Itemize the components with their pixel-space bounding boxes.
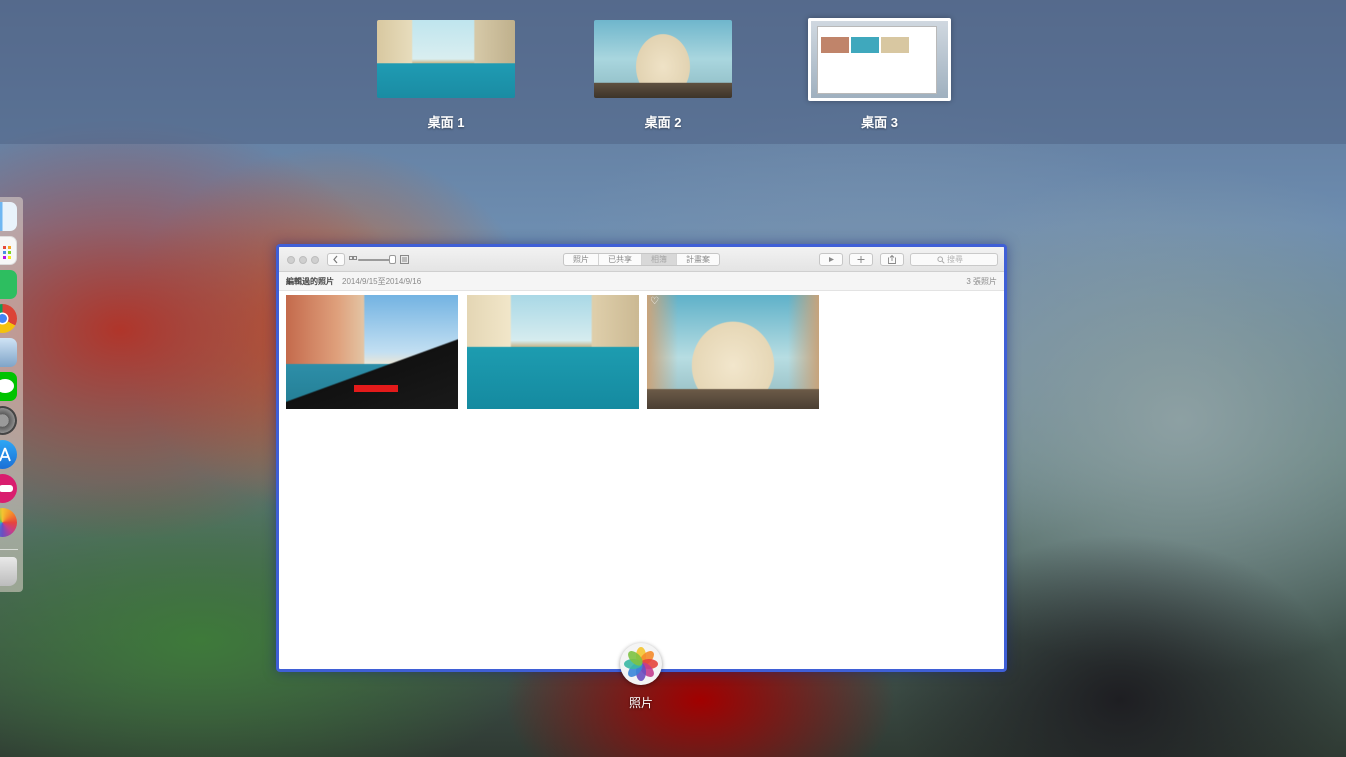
- desktop-3-window-preview: [817, 26, 937, 94]
- space-desktop-2[interactable]: 桌面 2: [594, 20, 732, 131]
- search-icon: [937, 256, 945, 264]
- tab-photos[interactable]: 照片: [564, 254, 599, 265]
- slideshow-button[interactable]: [819, 253, 843, 266]
- spaces-bar: 桌面 1 桌面 2 桌面 3: [0, 0, 1346, 144]
- tab-shared[interactable]: 已共享: [599, 254, 642, 265]
- app-name-label: 照片: [628, 696, 653, 710]
- photo-gondola[interactable]: [286, 295, 458, 409]
- system-preferences-icon[interactable]: [0, 406, 17, 435]
- gondola-seat: [354, 385, 398, 392]
- add-button[interactable]: [849, 253, 873, 266]
- plus-icon: [857, 256, 865, 263]
- minimize-button[interactable]: [299, 256, 307, 264]
- desktop-2-thumbnail[interactable]: [594, 20, 732, 98]
- view-tabs: 照片 已共享 相簿 計畫案: [563, 253, 720, 266]
- desktop-1-thumbnail[interactable]: [377, 20, 515, 98]
- favorite-heart-icon[interactable]: ♡: [650, 296, 659, 307]
- preview-icon[interactable]: [0, 338, 17, 367]
- photos-flower-icon: [624, 647, 658, 681]
- desktop-3-thumbnail[interactable]: [808, 18, 951, 101]
- small-thumbnails-icon: [349, 256, 357, 260]
- photos-app-icon[interactable]: [620, 643, 662, 685]
- launchpad-icon[interactable]: [0, 236, 17, 265]
- chrome-icon[interactable]: [0, 304, 17, 333]
- search-placeholder: 搜尋: [947, 255, 963, 264]
- zoom-slider[interactable]: [358, 259, 392, 261]
- tab-projects[interactable]: 計畫案: [677, 254, 719, 265]
- app-store-icon[interactable]: [0, 440, 17, 469]
- photo-grand-canal[interactable]: [467, 295, 639, 409]
- line-icon[interactable]: [0, 372, 17, 401]
- desktop-2-label: 桌面 2: [644, 115, 682, 130]
- zoom-slider-knob[interactable]: [389, 255, 396, 264]
- dock-separator: [0, 549, 18, 550]
- album-photo-count: 3 張照片: [966, 277, 997, 286]
- large-thumbnails-icon: [400, 255, 409, 264]
- window-toolbar: 照片 已共享 相簿 計畫案 搜尋: [279, 247, 1004, 272]
- back-button[interactable]: [327, 253, 345, 266]
- desktop-1-label: 桌面 1: [427, 115, 465, 130]
- trash-icon[interactable]: [0, 557, 17, 586]
- search-input[interactable]: 搜尋: [910, 253, 998, 266]
- space-desktop-3[interactable]: 桌面 3: [808, 18, 951, 131]
- close-button[interactable]: [287, 256, 295, 264]
- play-icon: [829, 257, 834, 262]
- album-date-range: 2014/9/15至2014/9/16: [342, 277, 422, 286]
- album-header: 編輯過的照片 2014/9/15至2014/9/16 3 張照片: [279, 272, 1004, 291]
- desktop-3-label: 桌面 3: [861, 115, 898, 130]
- dock: [0, 197, 23, 592]
- photos-window[interactable]: 照片 已共享 相簿 計畫案 搜尋 編輯過的照片 2014/9/15至2014/9…: [276, 244, 1007, 672]
- album-title: 編輯過的照片: [286, 277, 334, 286]
- space-desktop-1[interactable]: 桌面 1: [377, 20, 515, 131]
- tab-albums[interactable]: 相簿: [642, 254, 677, 265]
- photo-duomo[interactable]: ♡: [647, 295, 819, 409]
- photos-icon[interactable]: [0, 508, 17, 537]
- parcel-icon[interactable]: [0, 474, 17, 503]
- finder-icon[interactable]: [0, 202, 17, 231]
- share-icon: [888, 254, 896, 264]
- evernote-icon[interactable]: [0, 270, 17, 299]
- zoom-button[interactable]: [311, 256, 319, 264]
- chevron-left-icon: [333, 255, 338, 264]
- share-button[interactable]: [880, 253, 904, 266]
